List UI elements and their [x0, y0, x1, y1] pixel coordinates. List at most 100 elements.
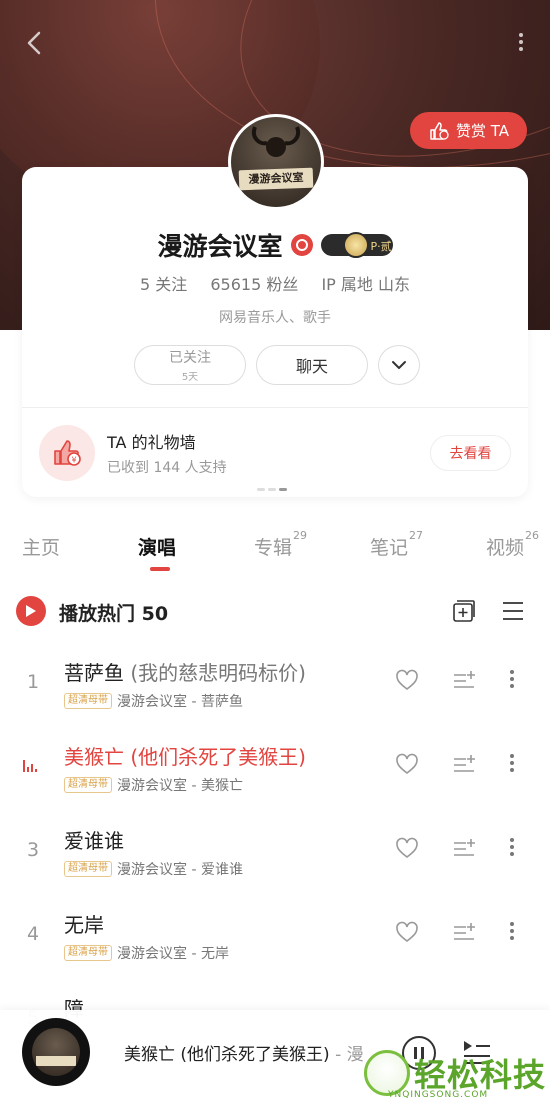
chevron-down-icon: [392, 361, 406, 369]
expand-button[interactable]: [378, 345, 420, 385]
tab-videos[interactable]: 视频26: [486, 529, 539, 560]
song-alias: (他们杀死了美猴王): [130, 745, 306, 769]
mini-player-cover[interactable]: [22, 1018, 90, 1086]
song-name: 美猴亡: [64, 745, 124, 769]
profile-stats: 5 关注 65615 粉丝 IP 属地 山东: [22, 271, 528, 295]
thumb-up-coin-icon: [430, 121, 449, 140]
tab-label: 视频: [486, 537, 525, 559]
quality-badge: 超清母带: [64, 945, 112, 961]
mini-player-title[interactable]: 美猴亡 (他们杀死了美猴王) - 漫: [124, 1040, 390, 1065]
add-to-queue-icon[interactable]: [452, 921, 476, 943]
song-meta: 超清母带 漫游会议室 - 美猴亡: [64, 775, 243, 795]
tab-songs[interactable]: 演唱: [138, 533, 176, 560]
add-to-playlist-icon[interactable]: [452, 599, 476, 623]
heart-icon[interactable]: [395, 837, 419, 859]
tab-home[interactable]: 主页: [22, 533, 60, 560]
song-index: 3: [26, 839, 40, 861]
tab-count: 26: [525, 528, 540, 542]
carousel-pager: [257, 488, 287, 491]
song-name: 菩萨鱼: [64, 661, 124, 685]
song-more-icon[interactable]: [505, 751, 519, 779]
song-title: 美猴亡 (他们杀死了美猴王): [64, 741, 306, 770]
reward-button[interactable]: 赞赏 TA: [410, 112, 527, 149]
list-menu-icon[interactable]: [502, 601, 524, 621]
gift-wall-icon: ¥: [39, 425, 95, 481]
song-row[interactable]: 4 无岸 超清母带 漫游会议室 - 无岸: [0, 895, 550, 975]
gift-wall-view-button[interactable]: 去看看: [430, 435, 511, 471]
reward-button-label: 赞赏 TA: [455, 122, 510, 140]
song-more-icon[interactable]: [505, 835, 519, 863]
artist-name: 漫游会议室: [157, 232, 283, 261]
song-title: 菩萨鱼 (我的慈悲明码标价): [64, 657, 306, 686]
profile-tabs: 主页 演唱 专辑29 笔记27 视频26: [0, 529, 550, 573]
play-icon: [26, 605, 36, 617]
ip-location: IP 属地 山东: [321, 275, 410, 294]
active-tab-indicator: [150, 567, 170, 571]
quality-badge: 超清母带: [64, 693, 112, 709]
play-all-row: 播放热门 50: [0, 595, 550, 627]
avatar-figure-illustration: [252, 126, 300, 157]
song-index: 4: [26, 923, 40, 945]
chat-label: 聊天: [295, 357, 328, 376]
heart-icon[interactable]: [395, 669, 419, 691]
add-to-queue-icon[interactable]: [452, 753, 476, 775]
song-title: 无岸: [64, 909, 104, 938]
song-alias: (我的慈悲明码标价): [130, 661, 306, 685]
song-row[interactable]: 1 菩萨鱼 (我的慈悲明码标价) 超清母带 漫游会议室 - 菩萨鱼: [0, 643, 550, 723]
now-playing-equalizer-icon: [23, 760, 37, 772]
avatar-sign-text: 漫游会议室: [238, 167, 314, 191]
gift-wall-title: TA 的礼物墙: [107, 433, 196, 452]
song-meta: 超清母带 漫游会议室 - 爱谁谁: [64, 859, 243, 879]
play-all-label[interactable]: 播放热门 50: [59, 599, 168, 626]
mini-player-song: 美猴亡 (他们杀死了美猴王): [124, 1045, 330, 1065]
fans-count[interactable]: 65615 粉丝: [210, 275, 298, 294]
following-count[interactable]: 5 关注: [140, 275, 187, 294]
site-watermark: 轻松科技 YNQINGSONG.COM: [358, 1050, 550, 1103]
artist-role: 网易音乐人、歌手: [219, 310, 331, 326]
song-index: 1: [26, 671, 40, 693]
svg-text:¥: ¥: [71, 456, 76, 465]
song-name: 无岸: [64, 913, 104, 937]
song-more-icon[interactable]: [505, 919, 519, 947]
song-meta: 超清母带 漫游会议室 - 菩萨鱼: [64, 691, 243, 711]
song-title: 爱谁谁: [64, 825, 124, 854]
tab-label: 笔记: [370, 537, 409, 559]
thumb-up-coin-icon: ¥: [54, 440, 81, 466]
song-more-icon[interactable]: [505, 667, 519, 695]
divider: [22, 407, 528, 408]
tab-count: 27: [409, 528, 424, 542]
avatar-image: 漫游会议室: [231, 117, 321, 207]
avatar[interactable]: 漫游会议室: [228, 114, 324, 210]
song-row[interactable]: 3 爱谁谁 超清母带 漫游会议室 - 爱谁谁: [0, 811, 550, 891]
song-row[interactable]: 美猴亡 (他们杀死了美猴王) 超清母带 漫游会议室 - 美猴亡: [0, 727, 550, 807]
add-to-queue-icon[interactable]: [452, 669, 476, 691]
musician-verified-icon[interactable]: [290, 234, 313, 256]
vertical-dots-icon[interactable]: [516, 30, 526, 56]
heart-icon[interactable]: [395, 921, 419, 943]
tab-label: 演唱: [138, 537, 177, 559]
followed-label: 已关注: [169, 350, 211, 366]
song-artist-album: 漫游会议室 - 菩萨鱼: [117, 694, 243, 710]
play-all-button[interactable]: [16, 596, 46, 626]
heart-icon[interactable]: [395, 753, 419, 775]
add-to-queue-icon[interactable]: [452, 837, 476, 859]
song-name: 爱谁谁: [64, 829, 124, 853]
followed-days: 5天: [181, 372, 199, 383]
tab-count: 29: [293, 528, 308, 542]
tab-notes[interactable]: 笔记27: [370, 529, 423, 560]
song-artist-album: 漫游会议室 - 爱谁谁: [117, 862, 243, 878]
level-badge[interactable]: P·贰: [320, 232, 393, 258]
song-meta: 超清母带 漫游会议室 - 无岸: [64, 943, 229, 963]
profile-card: 漫游会议室 P·贰 5 关注 65615 粉丝 IP 属地 山东 网易音乐人、歌…: [22, 167, 528, 497]
song-artist-album: 漫游会议室 - 美猴亡: [117, 778, 243, 794]
profile-actions: 已关注 5天 聊天: [134, 345, 420, 385]
chevron-left-icon[interactable]: [20, 28, 50, 58]
watermark-url: YNQINGSONG.COM: [388, 1090, 489, 1100]
quality-badge: 超清母带: [64, 777, 112, 793]
tab-albums[interactable]: 专辑29: [254, 529, 307, 560]
tab-label: 专辑: [254, 537, 293, 559]
followed-button[interactable]: 已关注 5天: [134, 345, 246, 385]
level-coin-icon: [342, 232, 369, 258]
chat-button[interactable]: 聊天: [256, 345, 368, 385]
gift-wall-subtitle: 已收到 144 人支持: [107, 460, 227, 476]
